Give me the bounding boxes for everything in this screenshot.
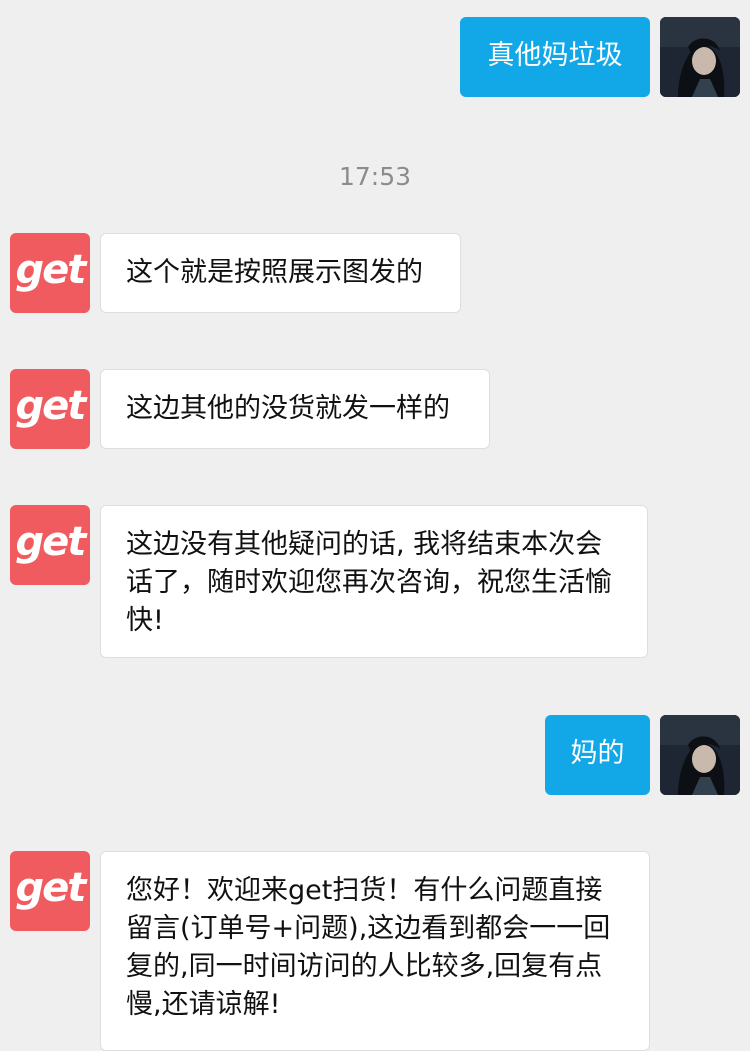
user-avatar-image [660,715,740,795]
message-bubble-bot[interactable]: 这边没有其他疑问的话, 我将结束本次会话了，随时欢迎您再次咨询，祝您生活愉快! [100,505,648,658]
bot-avatar[interactable]: get [10,369,90,449]
bot-avatar-logo: get [15,383,87,429]
message-bubble-user[interactable]: 真他妈垃圾 [460,17,650,97]
chat-window: 真他妈垃圾 17:53 get 这个就是按照展示图发的 get 这边其他的没货就… [0,0,750,1051]
bot-avatar[interactable]: get [10,233,90,313]
bot-avatar[interactable]: get [10,505,90,585]
message-bubble-bot[interactable]: 这边其他的没货就发一样的 [100,369,490,449]
message-bubble-bot[interactable]: 这个就是按照展示图发的 [100,233,461,313]
user-avatar[interactable] [660,715,740,795]
message-bubble-bot[interactable]: 您好！欢迎来get扫货！有什么问题直接留言(订单号+问题),这边看到都会一一回复… [100,851,650,1051]
bot-avatar-logo: get [15,519,87,565]
user-avatar[interactable] [660,17,740,97]
message-timestamp: 17:53 [338,162,412,191]
bot-avatar-logo: get [15,865,87,911]
bot-avatar[interactable]: get [10,851,90,931]
message-bubble-user[interactable]: 妈的 [545,715,650,795]
user-avatar-image [660,17,740,97]
bot-avatar-logo: get [15,247,87,293]
